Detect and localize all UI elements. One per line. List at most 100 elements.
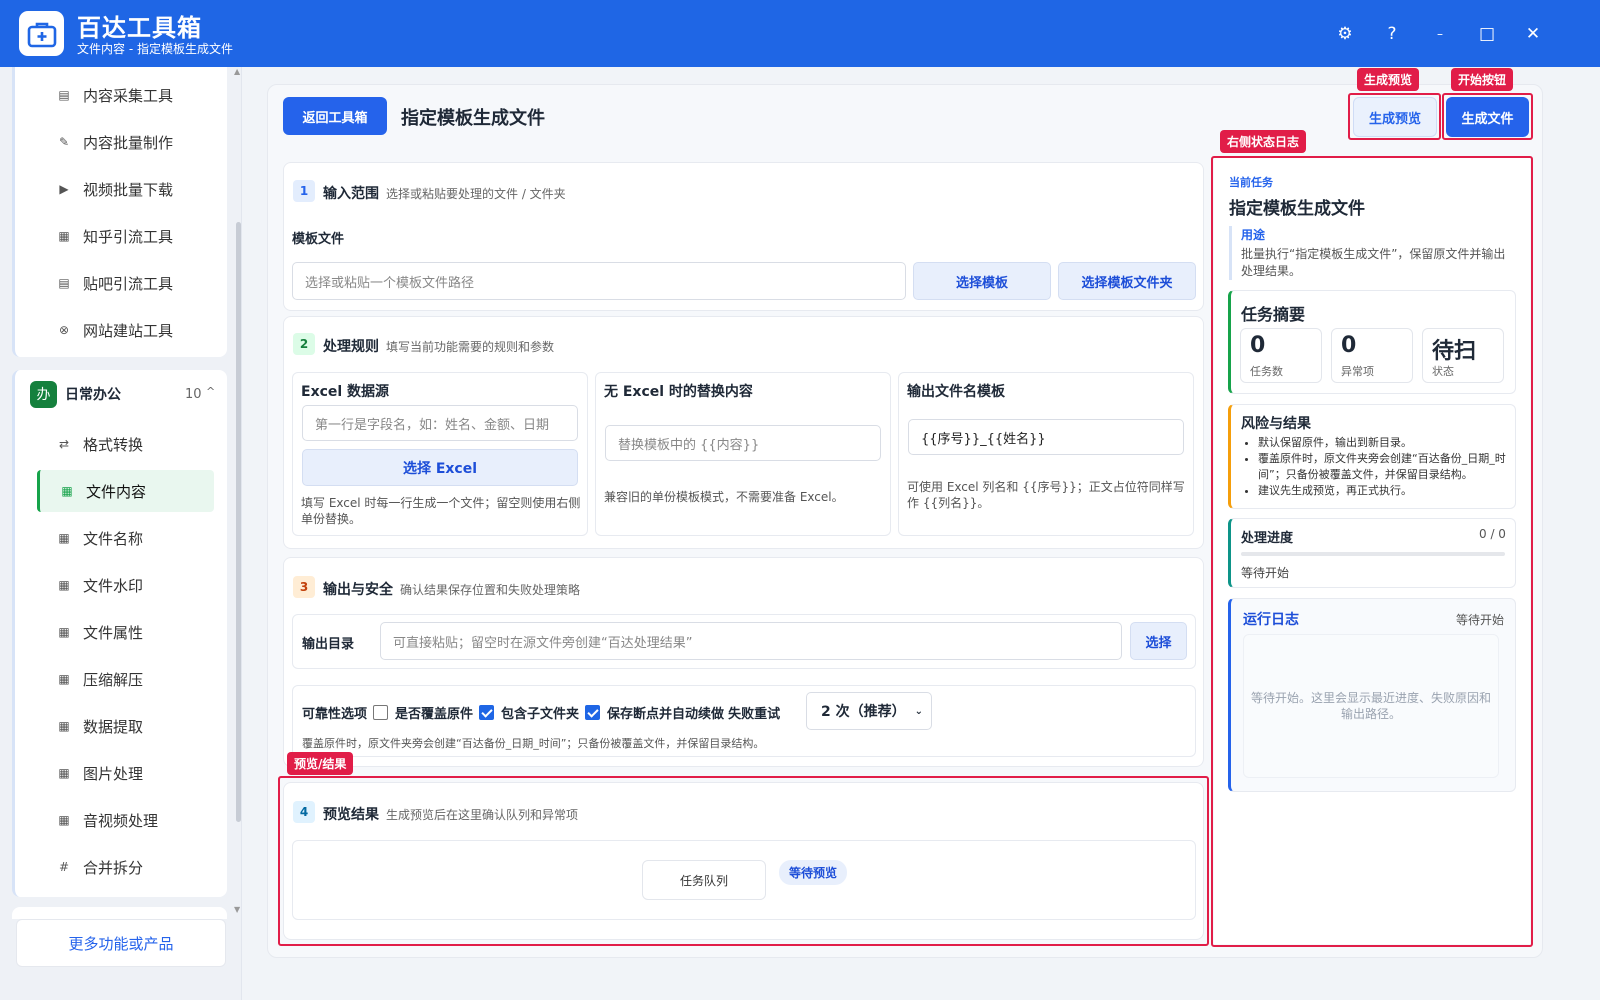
sidebar-item-label: 文件内容 <box>86 482 147 501</box>
summary-title: 任务摘要 <box>1241 305 1306 324</box>
sidebar-item-label: 视频批量下载 <box>83 180 174 199</box>
app-title: 百达工具箱 <box>77 14 202 42</box>
section-title: 输出与安全 <box>323 582 393 598</box>
annotation-tag: 右侧状态日志 <box>1220 130 1307 153</box>
current-task-label: 当前任务 <box>1229 176 1273 189</box>
select-template-button[interactable]: 选择模板 <box>913 262 1051 300</box>
resume-checkbox[interactable] <box>585 705 601 720</box>
risk-item: 覆盖原件时，原文件夹旁会创建“百达备份_日期_时间”；只备份被覆盖文件，并保留目… <box>1258 451 1510 483</box>
retry-select[interactable]: 2 次（推荐） ⌄ <box>806 692 932 730</box>
maximize-icon[interactable]: □ <box>1475 22 1499 46</box>
title-bar: 百达工具箱 文件内容 - 指定模板生成文件 ⚙ ? – □ ✕ <box>0 0 1600 67</box>
close-icon[interactable]: ✕ <box>1521 22 1545 46</box>
sidebar-item-label: 文件属性 <box>83 623 144 642</box>
progress-status: 等待开始 <box>1241 566 1290 580</box>
select-template-folder-button[interactable]: 选择模板文件夹 <box>1058 262 1196 300</box>
sidebar-item[interactable]: ▦ 文件水印 <box>37 564 214 606</box>
sidebar-item[interactable]: ▦ 文件属性 <box>37 611 214 653</box>
excel-path-input[interactable]: 第一行是字段名，如：姓名、金额、日期 <box>302 405 578 441</box>
chevron-up-icon[interactable]: ^ <box>206 385 215 398</box>
sidebar-scroll-thumb[interactable] <box>236 222 241 822</box>
card-title: Excel 数据源 <box>301 384 390 400</box>
help-icon[interactable]: ? <box>1380 22 1404 46</box>
sidebar-item[interactable]: ▦ 数据提取 <box>37 705 214 747</box>
convert-icon: ⇄ <box>58 437 70 451</box>
section-title: 输入范围 <box>323 186 379 202</box>
sidebar-item-label: 合并拆分 <box>83 858 144 877</box>
group-count: 10 <box>185 386 202 402</box>
sidebar-item[interactable]: ▤ 贴吧引流工具 <box>37 262 214 304</box>
subfolder-label: 包含子文件夹 <box>501 707 580 722</box>
sidebar-item-label: 音视频处理 <box>83 811 159 830</box>
select-excel-button[interactable]: 选择 Excel <box>302 449 578 486</box>
hash-icon: # <box>58 860 70 874</box>
sidebar-item-label: 内容批量制作 <box>83 133 174 152</box>
more-products-button[interactable]: 更多功能或产品 <box>16 919 226 967</box>
sidebar-item-label: 贴吧引流工具 <box>83 274 174 293</box>
risk-item: 建议先生成预览，再正式执行。 <box>1258 483 1510 499</box>
sidebar-item[interactable]: ⊗ 网站建站工具 <box>37 309 214 351</box>
sidebar-item-label: 文件水印 <box>83 576 144 595</box>
sidebar-group-card <box>12 907 227 919</box>
replace-content-input[interactable]: 替换模板中的 {{内容}} <box>605 425 881 461</box>
generate-preview-button[interactable]: 生成预览 <box>1353 97 1437 137</box>
app-logo-icon <box>19 11 64 56</box>
sidebar-item[interactable]: ▦ 知乎引流工具 <box>37 215 214 257</box>
reliability-options: 可靠性选项 是否覆盖原件 包含子文件夹 保存断点并自动续做 失败重试 <box>302 703 780 722</box>
sidebar-item[interactable]: ▦ 图片处理 <box>37 752 214 794</box>
card-note: 兼容旧的单份模板模式，不需要准备 Excel。 <box>604 490 844 504</box>
retry-value: 2 次（推荐） <box>821 704 906 720</box>
pen-icon: ✎ <box>58 135 70 149</box>
sidebar-item-label: 网站建站工具 <box>83 321 174 340</box>
log-output-area[interactable]: 等待开始。这里会显示最近进度、失败原因和输出路径。 <box>1243 634 1499 778</box>
template-path-input[interactable]: 选择或粘贴一个模板文件路径 <box>292 262 906 300</box>
sidebar-item[interactable]: # 合并拆分 <box>37 846 214 888</box>
subfolder-checkbox[interactable] <box>479 705 495 720</box>
settings-icon[interactable]: ⚙ <box>1333 22 1357 46</box>
output-name-input[interactable]: {{序号}}_{{姓名}} <box>908 419 1184 455</box>
stat-task-count: 0 任务数 <box>1240 328 1322 383</box>
generate-file-button[interactable]: 生成文件 <box>1446 97 1529 137</box>
sidebar-item-label: 知乎引流工具 <box>83 227 174 246</box>
grid-icon: ▦ <box>58 229 70 243</box>
task-queue-tab[interactable]: 任务队列 <box>642 860 766 900</box>
sidebar-item[interactable]: ▤ 内容采集工具 <box>37 74 214 116</box>
output-dir-input[interactable]: 可直接粘贴；留空时在源文件旁创建“百达处理结果” <box>380 622 1122 660</box>
queue-status-badge: 等待预览 <box>779 860 847 885</box>
log-title: 运行日志 <box>1243 612 1299 628</box>
purpose-text: 批量执行“指定模板生成文件”，保留原文件并输出处理结果。 <box>1241 247 1506 278</box>
section-title: 处理规则 <box>323 339 379 355</box>
overwrite-checkbox[interactable] <box>373 705 389 720</box>
scroll-down-icon[interactable]: ▼ <box>234 905 240 914</box>
sidebar-item-label: 内容采集工具 <box>83 86 174 105</box>
sidebar-group-header[interactable]: 办 日常办公 10 ^ <box>30 379 220 409</box>
sidebar: ▲ ▼ ▤ 内容采集工具 ✎ 内容批量制作 ▶ 视频批量下载 ▦ 知乎引流工具 ▤ 贴吧引… <box>0 67 242 1000</box>
minimize-icon[interactable]: – <box>1428 22 1452 46</box>
options-label: 可靠性选项 <box>302 707 368 722</box>
risk-item: 默认保留原件，输出到新目录。 <box>1258 435 1510 451</box>
card-note: 可使用 Excel 列名和 {{序号}}；正文占位符同样写作 {{列名}}。 <box>907 480 1185 510</box>
sidebar-item[interactable]: ▦ 压缩解压 <box>37 658 214 700</box>
grid-icon: ▦ <box>58 578 70 592</box>
progress-title: 处理进度 <box>1241 531 1294 546</box>
grid-icon: ▦ <box>58 766 70 780</box>
scroll-up-icon[interactable]: ▲ <box>234 67 240 76</box>
progress-bar <box>1241 552 1505 556</box>
sidebar-item[interactable]: ▦ 文件名称 <box>37 517 214 559</box>
card-title: 输出文件名模板 <box>907 384 1005 400</box>
sidebar-item-active[interactable]: ▦ 文件内容 <box>37 470 214 512</box>
sidebar-item[interactable]: ▦ 音视频处理 <box>37 799 214 841</box>
sidebar-item[interactable]: ✎ 内容批量制作 <box>37 121 214 163</box>
select-output-dir-button[interactable]: 选择 <box>1130 622 1187 660</box>
section-desc: 确认结果保存位置和失败处理策略 <box>400 583 581 597</box>
group-label: 日常办公 <box>65 387 121 403</box>
back-to-toolbox-button[interactable]: 返回工具箱 <box>283 97 387 135</box>
sidebar-item[interactable]: ▶ 视频批量下载 <box>37 168 214 210</box>
globe-icon: ⊗ <box>58 323 70 337</box>
grid-icon: ▦ <box>58 719 70 733</box>
current-task-title: 指定模板生成文件 <box>1229 199 1365 219</box>
section-desc: 选择或粘贴要处理的文件 / 文件夹 <box>386 187 566 201</box>
sidebar-item[interactable]: ⇄ 格式转换 <box>37 423 214 465</box>
sidebar-item-label: 文件名称 <box>83 529 144 548</box>
output-dir-label: 输出目录 <box>302 637 355 652</box>
